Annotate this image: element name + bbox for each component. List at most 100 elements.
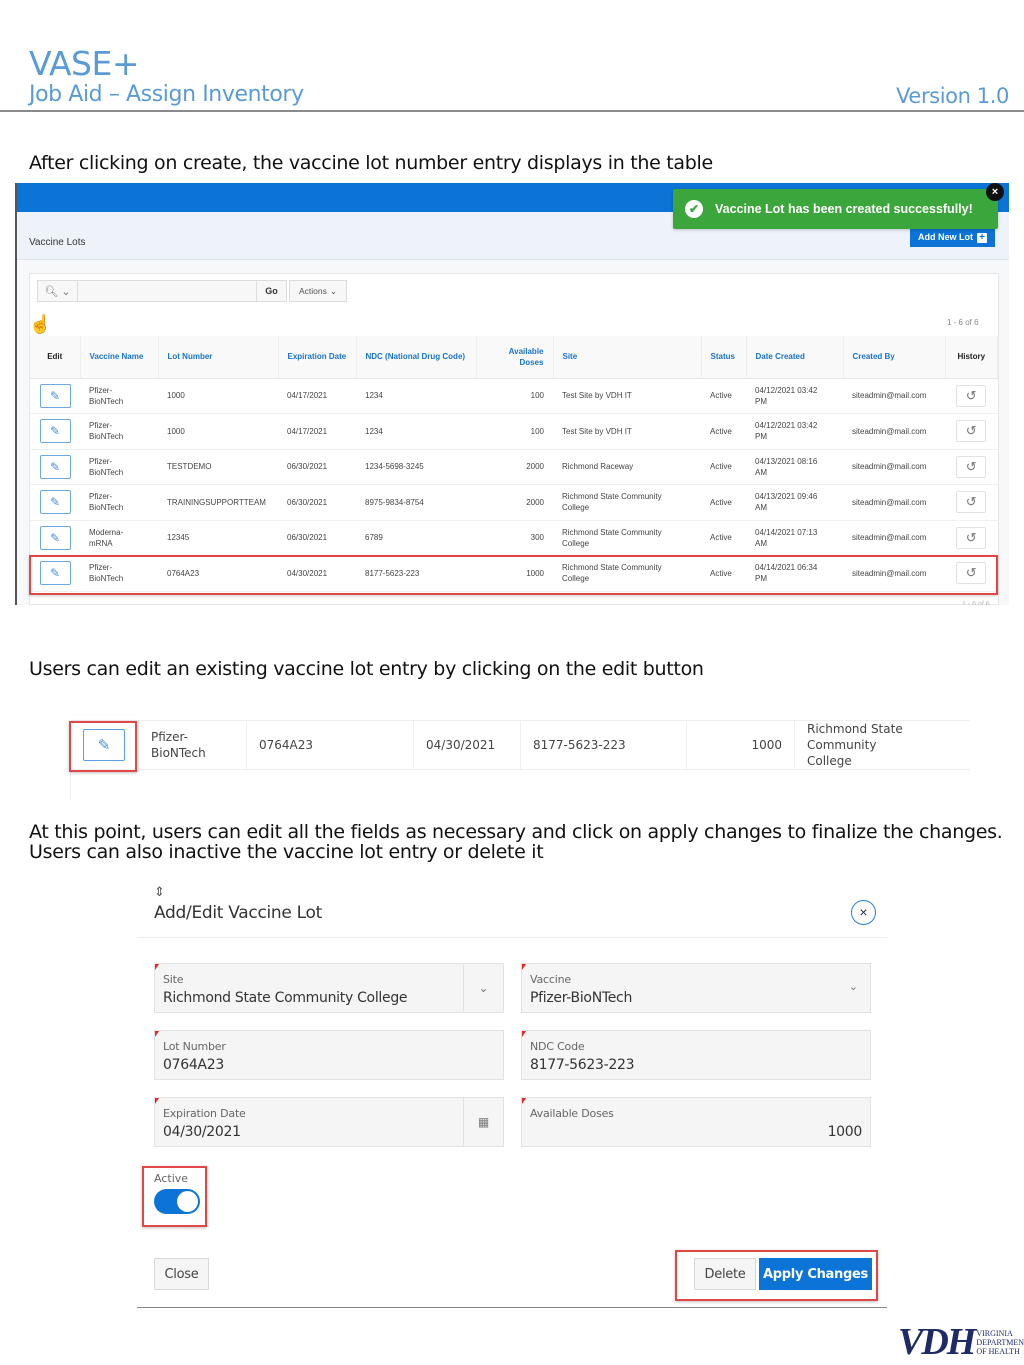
ndc-cell: 8975-9834-8754 xyxy=(356,484,476,521)
lot-number-field[interactable]: Lot Number 0764A23 xyxy=(154,1030,504,1080)
created-by: siteadmin@mail.com xyxy=(852,533,927,543)
ndc-cell: 1234 xyxy=(356,378,476,414)
col-vaccine-name[interactable]: Vaccine Name xyxy=(80,336,159,379)
ndc-code-value: 8177-5623-223 xyxy=(530,1057,635,1073)
search-bar: 🔍︎ ⌄ Go xyxy=(37,280,287,302)
history-button[interactable]: ↺ xyxy=(956,384,987,407)
chevron-down-icon[interactable]: ⌄ xyxy=(463,964,503,1012)
required-marker xyxy=(522,964,526,970)
created-by: siteadmin@mail.com xyxy=(852,426,927,436)
date-created-line1: 04/13/2021 09:46 xyxy=(755,492,818,502)
edit-button[interactable]: ✎ xyxy=(39,454,71,479)
site-select[interactable]: Site Richmond State Community College ⌄ xyxy=(154,963,504,1013)
actions-menu-button[interactable]: Actions ⌄ xyxy=(289,280,347,302)
site-cell: Richmond State Community College xyxy=(795,721,970,769)
calendar-icon[interactable]: ▦ xyxy=(463,1098,503,1146)
table-row: ✎ Pfizer- BioNTech 1000 04/17/2021 1234 100 Tes… xyxy=(30,413,998,450)
edit-icon: ✎ xyxy=(49,459,61,474)
vaccine-line1: Moderna- xyxy=(89,527,124,537)
date-created-line2: PM xyxy=(755,396,767,406)
date-created-cell: 04/12/2021 03:42 PM xyxy=(746,413,843,450)
available-doses-field[interactable]: Available Doses 1000 xyxy=(521,1097,871,1147)
available-doses: 2000 xyxy=(526,462,544,472)
col-date-created[interactable]: Date Created xyxy=(746,336,844,379)
status-cell: Active xyxy=(701,413,746,450)
header-divider xyxy=(0,110,1024,112)
vaccine-line2: BioNTech xyxy=(89,396,124,406)
plus-icon: + xyxy=(977,232,987,243)
edit-button[interactable]: ✎ xyxy=(39,490,71,515)
expiration-date-cell: 04/17/2021 xyxy=(278,413,356,450)
chevron-down-icon: ⌄ xyxy=(61,285,71,298)
dialog-close-icon[interactable]: × xyxy=(851,900,876,925)
ndc-code: 6789 xyxy=(365,533,383,543)
actions-label: Actions xyxy=(299,286,327,296)
status: Active xyxy=(710,391,732,401)
vaccine-select[interactable]: Vaccine Pfizer-BioNTech ⌄ xyxy=(521,963,871,1013)
highlight-new-row xyxy=(29,555,998,595)
created-by: siteadmin@mail.com xyxy=(852,391,927,401)
col-status[interactable]: Status xyxy=(701,336,747,379)
instruction-3-line1: At this point, users can edit all the fi… xyxy=(29,821,1003,843)
col-ndc[interactable]: NDC (National Drug Code) xyxy=(356,336,477,379)
vdh-logo: VDH VIRGINIA DEPARTMENT OF HEALTH xyxy=(898,1320,1024,1364)
site-line1: Test Site by VDH IT xyxy=(562,426,632,436)
site-line2: College xyxy=(562,503,590,513)
success-toast: ✔ Vaccine Lot has been created successfu… xyxy=(673,189,998,229)
history-button[interactable]: ↺ xyxy=(956,420,987,443)
vaccine-name-cell: Pfizer- BioNTech xyxy=(80,413,158,450)
created-by-cell: siteadmin@mail.com xyxy=(843,520,945,556)
edit-button[interactable]: ✎ xyxy=(39,383,71,408)
table-row: ✎ Pfizer- BioNTech TRAININGSUPPORTTEAM 06/30… xyxy=(30,484,998,521)
col-site[interactable]: Site xyxy=(553,336,702,379)
table-row: ✎ Pfizer- BioNTech TESTDEMO 06/30/2021 1234-5… xyxy=(30,449,998,485)
search-column-dropdown[interactable]: 🔍︎ ⌄ xyxy=(38,281,78,301)
edit-icon: ✎ xyxy=(49,388,61,403)
highlight-edit-button xyxy=(69,721,137,772)
col-created-by[interactable]: Created By xyxy=(843,336,946,379)
site-cell: Richmond Raceway xyxy=(553,449,701,485)
date-created-line1: 04/14/2021 07:13 xyxy=(755,527,818,537)
history-cell: ↺ xyxy=(945,520,998,556)
edit-row-screenshot: ✎ Pfizer- BioNTech 0764A23 04/30/2021 81… xyxy=(70,718,970,800)
date-created-line2: AM xyxy=(755,538,767,548)
history-button[interactable]: ↺ xyxy=(956,455,987,478)
ndc-cell: 1234 xyxy=(356,413,476,450)
highlight-active-toggle xyxy=(142,1166,207,1227)
add-new-lot-button[interactable]: Add New Lot + xyxy=(910,228,995,247)
created-by-cell: siteadmin@mail.com xyxy=(843,378,945,414)
history-button[interactable]: ↺ xyxy=(956,491,987,514)
lot-number-cell: 1000 xyxy=(158,378,278,414)
status: Active xyxy=(710,462,732,472)
lot-number-cell: TESTDEMO xyxy=(158,449,278,485)
chevron-down-icon: ⌄ xyxy=(848,981,858,993)
search-icon: 🔍︎ xyxy=(44,285,59,298)
created-by-cell: siteadmin@mail.com xyxy=(843,484,945,521)
go-button[interactable]: Go xyxy=(256,281,286,301)
toast-close-icon[interactable]: × xyxy=(986,183,1004,201)
edit-button[interactable]: ✎ xyxy=(39,419,71,444)
history-button[interactable]: ↺ xyxy=(956,526,987,549)
edit-cell: ✎ xyxy=(30,378,80,414)
lot-number: 1000 xyxy=(167,391,185,401)
required-marker xyxy=(155,1098,159,1104)
close-button[interactable]: Close xyxy=(154,1258,209,1290)
available-doses-cell: 2000 xyxy=(476,449,553,485)
vdh-logo-text: VIRGINIA DEPARTMENT OF HEALTH xyxy=(976,1329,1024,1356)
ndc-code-field[interactable]: NDC Code 8177-5623-223 xyxy=(521,1030,871,1080)
site-line2: College xyxy=(562,538,590,548)
search-input[interactable] xyxy=(78,281,256,301)
available-doses-cell: 100 xyxy=(476,378,553,414)
created-by-cell: siteadmin@mail.com xyxy=(843,449,945,485)
ndc-code: 1234-5698-3245 xyxy=(365,462,424,472)
expiration-date-field[interactable]: Expiration Date 04/30/2021 ▦ xyxy=(154,1097,504,1147)
col-expiration-date[interactable]: Expiration Date xyxy=(278,336,357,379)
region-title: Vaccine Lots xyxy=(29,237,86,248)
vaccine-name-cell: Pfizer- BioNTech xyxy=(80,449,158,485)
table-row: ✎ Pfizer- BioNTech 1000 04/17/2021 1234 100 Tes… xyxy=(30,378,998,414)
vaccine-value: Pfizer-BioNTech xyxy=(530,990,633,1006)
col-available-doses[interactable]: Available Doses xyxy=(476,336,554,379)
edit-button[interactable]: ✎ xyxy=(39,525,71,550)
date-created-line1: 04/12/2021 03:42 xyxy=(755,421,818,431)
col-lot-number[interactable]: Lot Number xyxy=(158,336,279,379)
